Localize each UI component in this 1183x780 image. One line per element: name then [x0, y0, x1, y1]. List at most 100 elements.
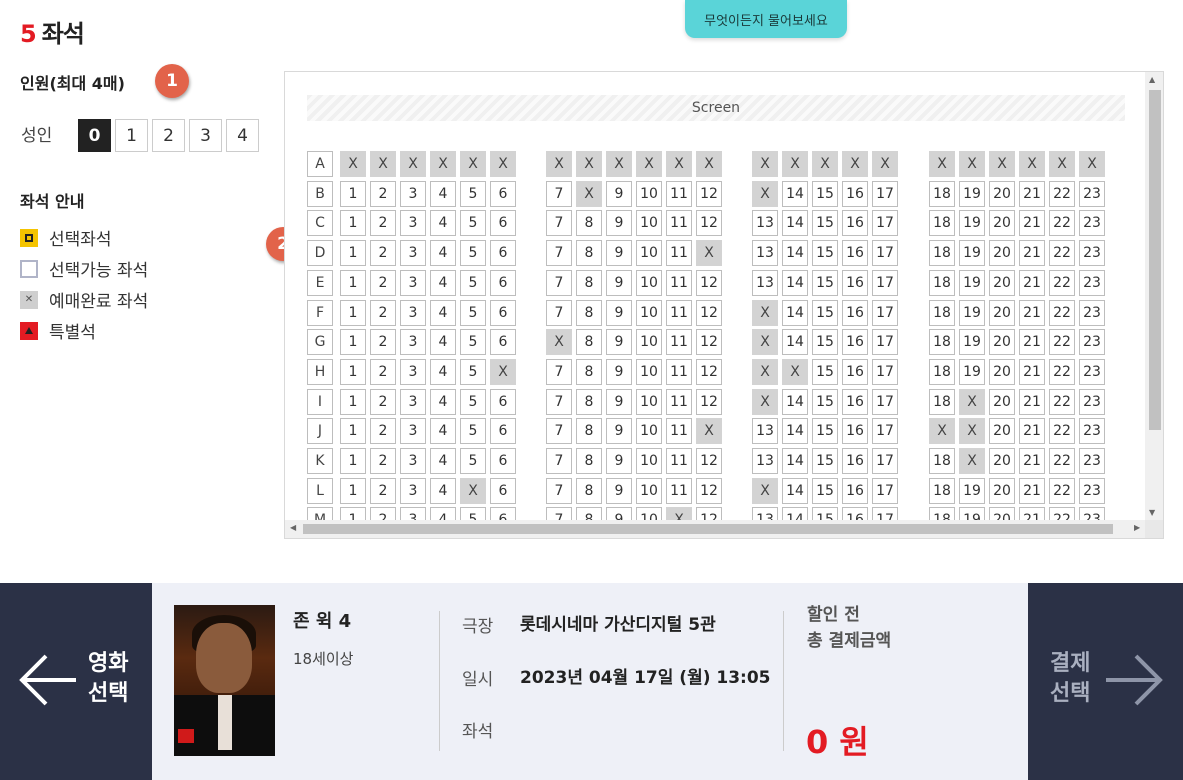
seat-k-6[interactable]: 6	[490, 448, 516, 474]
seat-e-10[interactable]: 10	[636, 270, 662, 296]
seat-f-21[interactable]: 21	[1019, 300, 1045, 326]
seat-k-17[interactable]: 17	[872, 448, 898, 474]
seat-f-9[interactable]: 9	[606, 300, 632, 326]
scroll-up-icon[interactable]: ▲	[1149, 75, 1155, 84]
seat-g-14[interactable]: 14	[782, 329, 808, 355]
ask-chatbot-button[interactable]: 무엇이든지 물어보세요	[685, 0, 847, 38]
seat-l-21[interactable]: 21	[1019, 478, 1045, 504]
seat-h-17[interactable]: 17	[872, 359, 898, 385]
seat-b-15[interactable]: 15	[812, 181, 838, 207]
seat-d-13[interactable]: 13	[752, 240, 778, 266]
seat-d-7[interactable]: 7	[546, 240, 572, 266]
seat-k-16[interactable]: 16	[842, 448, 868, 474]
seat-e-5[interactable]: 5	[460, 270, 486, 296]
seat-h-20[interactable]: 20	[989, 359, 1015, 385]
seat-f-1[interactable]: 1	[340, 300, 366, 326]
seat-l-20[interactable]: 20	[989, 478, 1015, 504]
seat-e-4[interactable]: 4	[430, 270, 456, 296]
seat-e-17[interactable]: 17	[872, 270, 898, 296]
seat-b-5[interactable]: 5	[460, 181, 486, 207]
count-option-2[interactable]: 2	[152, 119, 185, 152]
seat-l-11[interactable]: 11	[666, 478, 692, 504]
seat-d-4[interactable]: 4	[430, 240, 456, 266]
seat-b-3[interactable]: 3	[400, 181, 426, 207]
seat-b-17[interactable]: 17	[872, 181, 898, 207]
count-option-0[interactable]: 0	[78, 119, 111, 152]
seat-k-9[interactable]: 9	[606, 448, 632, 474]
seat-f-10[interactable]: 10	[636, 300, 662, 326]
seat-i-2[interactable]: 2	[370, 389, 396, 415]
seat-l-16[interactable]: 16	[842, 478, 868, 504]
seat-k-13[interactable]: 13	[752, 448, 778, 474]
scroll-down-icon[interactable]: ▼	[1149, 508, 1155, 517]
seat-l-22[interactable]: 22	[1049, 478, 1075, 504]
seat-k-1[interactable]: 1	[340, 448, 366, 474]
seat-k-14[interactable]: 14	[782, 448, 808, 474]
seat-c-12[interactable]: 12	[696, 210, 722, 236]
seat-d-18[interactable]: 18	[929, 240, 955, 266]
seat-h-15[interactable]: 15	[812, 359, 838, 385]
seat-f-14[interactable]: 14	[782, 300, 808, 326]
seat-e-6[interactable]: 6	[490, 270, 516, 296]
seat-j-23[interactable]: 23	[1079, 418, 1105, 444]
next-payment-button[interactable]: 결제 선택	[1028, 583, 1183, 780]
seat-k-23[interactable]: 23	[1079, 448, 1105, 474]
seat-i-18[interactable]: 18	[929, 389, 955, 415]
seat-g-17[interactable]: 17	[872, 329, 898, 355]
seat-c-11[interactable]: 11	[666, 210, 692, 236]
seat-e-9[interactable]: 9	[606, 270, 632, 296]
seat-l-10[interactable]: 10	[636, 478, 662, 504]
seat-k-4[interactable]: 4	[430, 448, 456, 474]
seat-l-19[interactable]: 19	[959, 478, 985, 504]
seat-d-20[interactable]: 20	[989, 240, 1015, 266]
seat-h-16[interactable]: 16	[842, 359, 868, 385]
seat-f-18[interactable]: 18	[929, 300, 955, 326]
seat-i-12[interactable]: 12	[696, 389, 722, 415]
seat-b-22[interactable]: 22	[1049, 181, 1075, 207]
seat-e-11[interactable]: 11	[666, 270, 692, 296]
seat-c-9[interactable]: 9	[606, 210, 632, 236]
seat-h-8[interactable]: 8	[576, 359, 602, 385]
seat-k-15[interactable]: 15	[812, 448, 838, 474]
seat-l-18[interactable]: 18	[929, 478, 955, 504]
seat-j-21[interactable]: 21	[1019, 418, 1045, 444]
seat-b-10[interactable]: 10	[636, 181, 662, 207]
count-option-3[interactable]: 3	[189, 119, 222, 152]
seat-i-15[interactable]: 15	[812, 389, 838, 415]
seat-f-7[interactable]: 7	[546, 300, 572, 326]
seat-l-3[interactable]: 3	[400, 478, 426, 504]
seat-h-12[interactable]: 12	[696, 359, 722, 385]
seat-b-14[interactable]: 14	[782, 181, 808, 207]
seat-e-19[interactable]: 19	[959, 270, 985, 296]
seat-d-3[interactable]: 3	[400, 240, 426, 266]
seat-e-7[interactable]: 7	[546, 270, 572, 296]
seat-l-4[interactable]: 4	[430, 478, 456, 504]
seat-e-1[interactable]: 1	[340, 270, 366, 296]
seat-d-22[interactable]: 22	[1049, 240, 1075, 266]
seat-i-21[interactable]: 21	[1019, 389, 1045, 415]
seat-f-11[interactable]: 11	[666, 300, 692, 326]
seat-c-18[interactable]: 18	[929, 210, 955, 236]
seat-k-12[interactable]: 12	[696, 448, 722, 474]
seat-c-16[interactable]: 16	[842, 210, 868, 236]
seat-l-6[interactable]: 6	[490, 478, 516, 504]
seat-g-2[interactable]: 2	[370, 329, 396, 355]
seat-h-4[interactable]: 4	[430, 359, 456, 385]
seat-j-10[interactable]: 10	[636, 418, 662, 444]
seat-k-8[interactable]: 8	[576, 448, 602, 474]
seat-c-10[interactable]: 10	[636, 210, 662, 236]
seat-l-14[interactable]: 14	[782, 478, 808, 504]
seat-d-16[interactable]: 16	[842, 240, 868, 266]
prev-movie-select-button[interactable]: 영화 선택	[0, 583, 152, 780]
seat-j-2[interactable]: 2	[370, 418, 396, 444]
seat-i-11[interactable]: 11	[666, 389, 692, 415]
seat-h-9[interactable]: 9	[606, 359, 632, 385]
seat-g-23[interactable]: 23	[1079, 329, 1105, 355]
seat-e-16[interactable]: 16	[842, 270, 868, 296]
seat-g-5[interactable]: 5	[460, 329, 486, 355]
seat-c-23[interactable]: 23	[1079, 210, 1105, 236]
seat-b-4[interactable]: 4	[430, 181, 456, 207]
seat-c-19[interactable]: 19	[959, 210, 985, 236]
seat-e-2[interactable]: 2	[370, 270, 396, 296]
seat-b-12[interactable]: 12	[696, 181, 722, 207]
